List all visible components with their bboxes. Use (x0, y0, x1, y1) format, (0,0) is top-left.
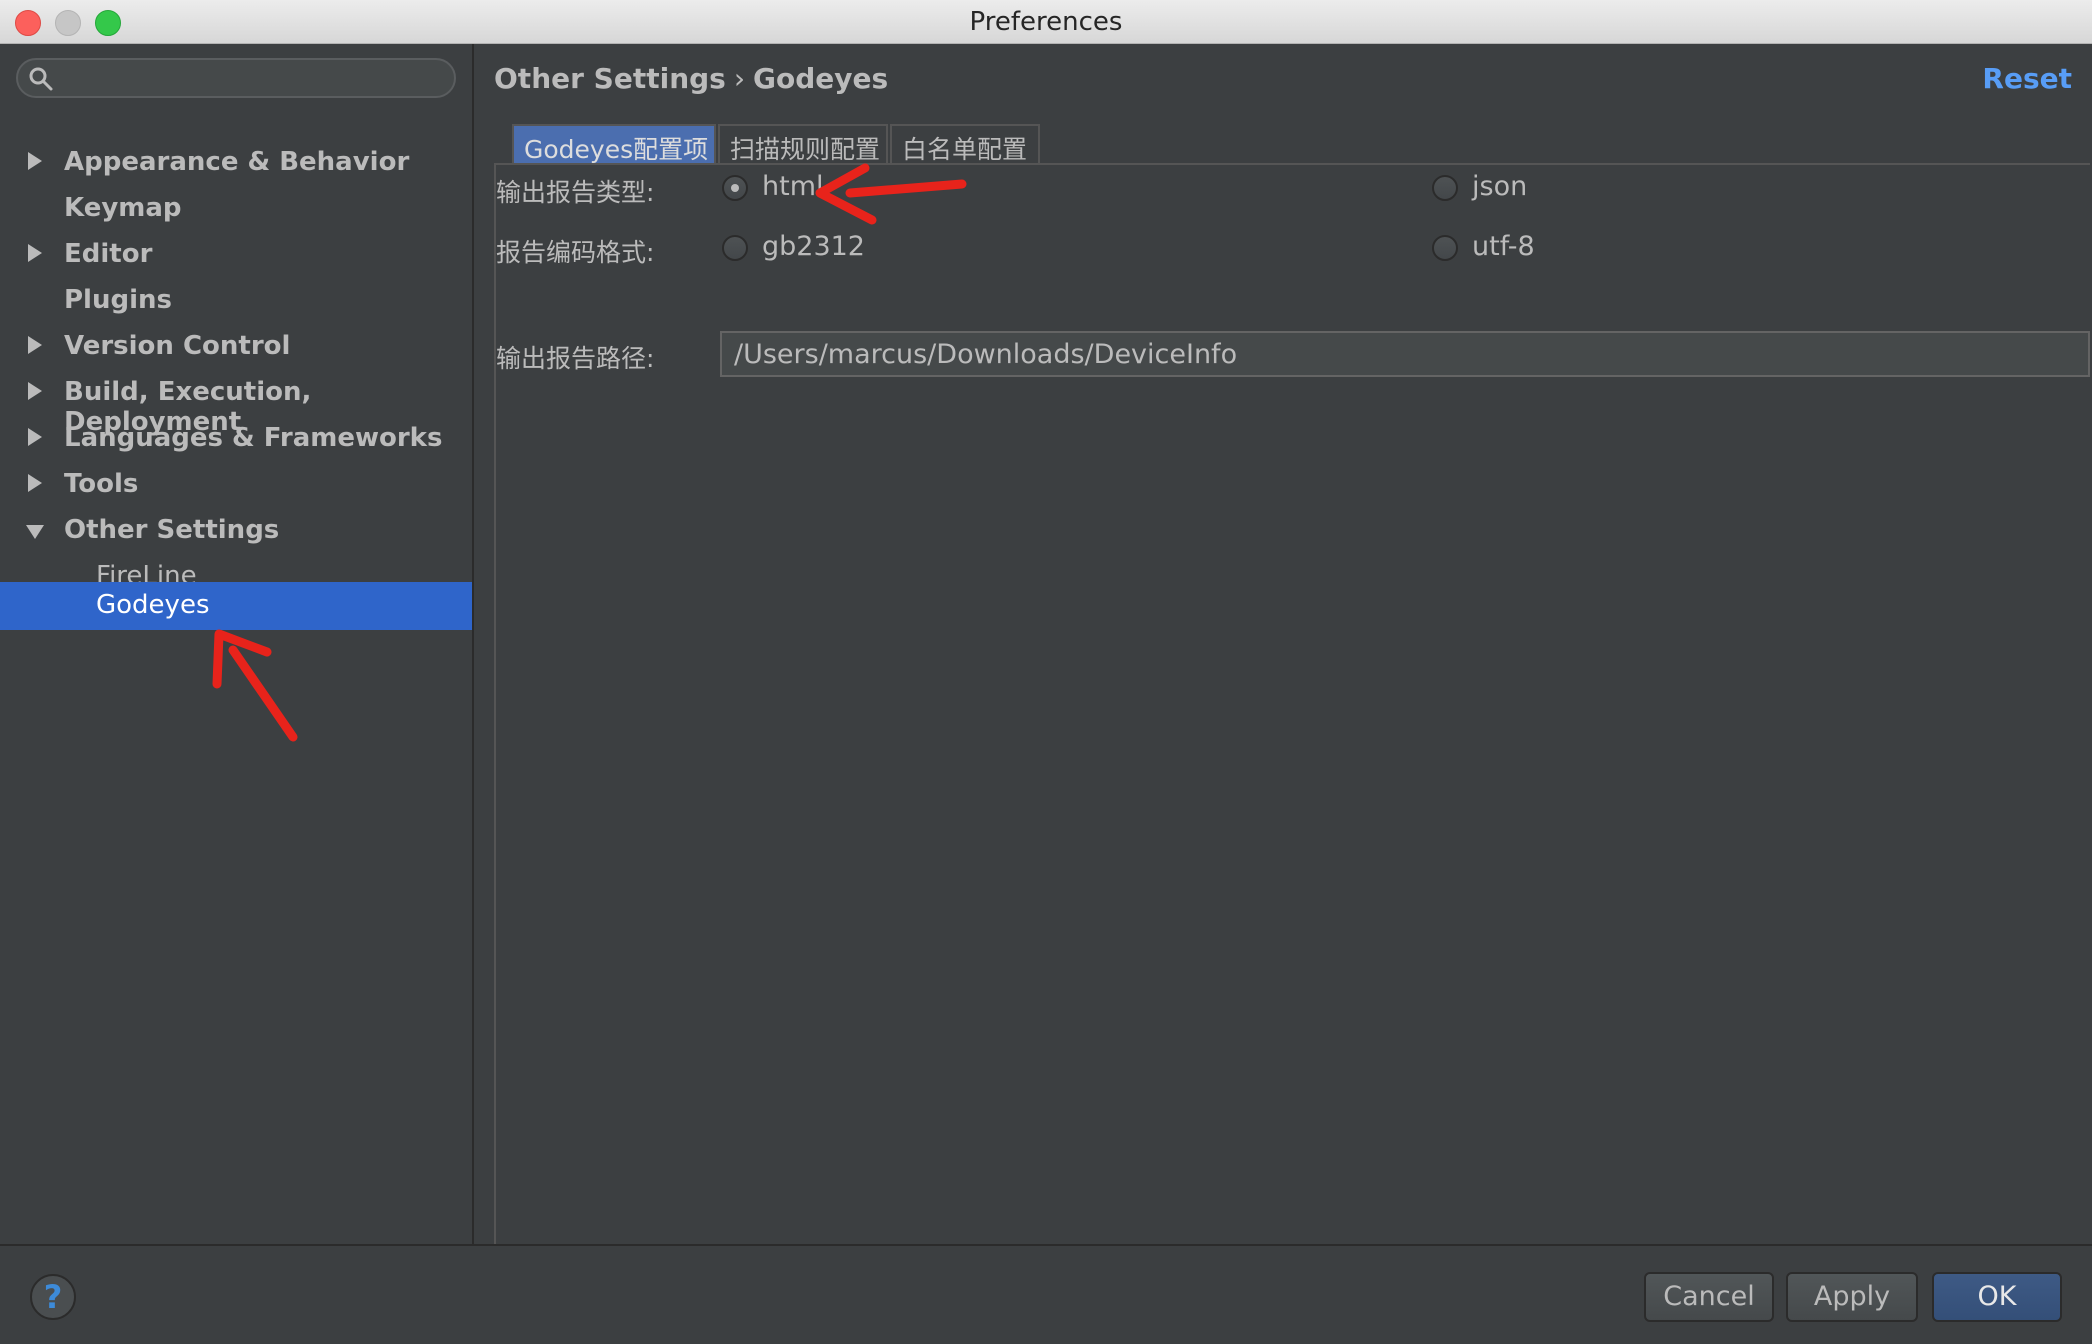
breadcrumb-separator: › (733, 62, 746, 95)
expand-arrow-icon[interactable] (28, 244, 42, 262)
breadcrumb-current: Godeyes (753, 62, 889, 95)
settings-sidebar: Appearance & Behavior Keymap Editor Plug… (0, 44, 474, 1244)
radio-utf8[interactable] (1432, 235, 1458, 261)
tab-scan-rules-config[interactable]: 扫描规则配置 (718, 124, 888, 164)
tab-whitelist-config[interactable]: 白名单配置 (890, 124, 1040, 164)
expand-arrow-icon[interactable] (28, 336, 42, 354)
dialog-footer: ? Cancel Apply OK (0, 1244, 2092, 1344)
sidebar-item-plugins[interactable]: Plugins (0, 278, 472, 324)
preferences-window: Preferences Appearance & Behavior Keymap… (0, 0, 2092, 1344)
sidebar-item-other-settings[interactable]: Other Settings (0, 508, 472, 554)
sidebar-item-keymap[interactable]: Keymap (0, 186, 472, 232)
reset-link[interactable]: Reset (1982, 62, 2072, 95)
expand-arrow-icon[interactable] (28, 474, 42, 492)
tab-godeyes-config[interactable]: Godeyes配置项 (512, 124, 716, 164)
sidebar-item-label: Editor (64, 239, 153, 269)
apply-button[interactable]: Apply (1786, 1272, 1918, 1322)
breadcrumb: Other Settings › Godeyes (494, 62, 888, 95)
radio-gb2312-label[interactable]: gb2312 (762, 231, 865, 262)
breadcrumb-parent: Other Settings (494, 62, 726, 95)
sidebar-item-build-execution-deployment[interactable]: Build, Execution, Deployment (0, 370, 472, 437)
radio-html-label[interactable]: html (762, 171, 824, 202)
sidebar-item-label: Plugins (64, 285, 172, 315)
sidebar-item-appearance-behavior[interactable]: Appearance & Behavior (0, 140, 472, 186)
expand-arrow-icon[interactable] (28, 382, 42, 400)
sidebar-item-tools[interactable]: Tools (0, 462, 472, 508)
help-icon[interactable]: ? (30, 1274, 76, 1320)
sidebar-item-label: Languages & Frameworks (64, 423, 443, 453)
sidebar-item-editor[interactable]: Editor (0, 232, 472, 278)
encoding-label: 报告编码格式: (496, 238, 655, 267)
ok-button[interactable]: OK (1932, 1272, 2062, 1322)
sidebar-item-label: Godeyes (96, 590, 210, 620)
settings-main-panel: Other Settings › Godeyes Reset Godeyes配置项 … (474, 44, 2092, 1245)
cancel-button[interactable]: Cancel (1644, 1272, 1774, 1322)
sidebar-item-label: Version Control (64, 331, 291, 361)
tab-content: 输出报告类型: html json 报告编码格式: gb2312 utf-8 输… (494, 165, 2092, 1245)
radio-html[interactable] (722, 175, 748, 201)
sidebar-item-languages-frameworks[interactable]: Languages & Frameworks (0, 416, 472, 462)
expand-arrow-icon[interactable] (28, 152, 42, 170)
output-path-input[interactable]: /Users/marcus/Downloads/DeviceInfo (720, 331, 2090, 377)
sidebar-item-godeyes[interactable]: Godeyes (0, 582, 472, 630)
radio-utf8-label[interactable]: utf-8 (1472, 231, 1535, 262)
collapse-arrow-icon[interactable] (26, 525, 44, 539)
sidebar-item-version-control[interactable]: Version Control (0, 324, 472, 370)
sidebar-item-label: Other Settings (64, 515, 280, 545)
radio-gb2312[interactable] (722, 235, 748, 261)
output-path-label: 输出报告路径: (496, 344, 655, 373)
search-icon (28, 66, 54, 96)
report-type-label: 输出报告类型: (496, 178, 655, 207)
sidebar-item-label: Appearance & Behavior (64, 147, 410, 177)
settings-search-input[interactable] (16, 58, 456, 98)
title-bar: Preferences (0, 0, 2092, 44)
radio-json-label[interactable]: json (1472, 171, 1527, 202)
expand-arrow-icon[interactable] (28, 428, 42, 446)
sidebar-item-label: Keymap (64, 193, 182, 223)
window-title: Preferences (969, 7, 1123, 37)
radio-json[interactable] (1432, 175, 1458, 201)
sidebar-item-label: Tools (64, 469, 139, 499)
